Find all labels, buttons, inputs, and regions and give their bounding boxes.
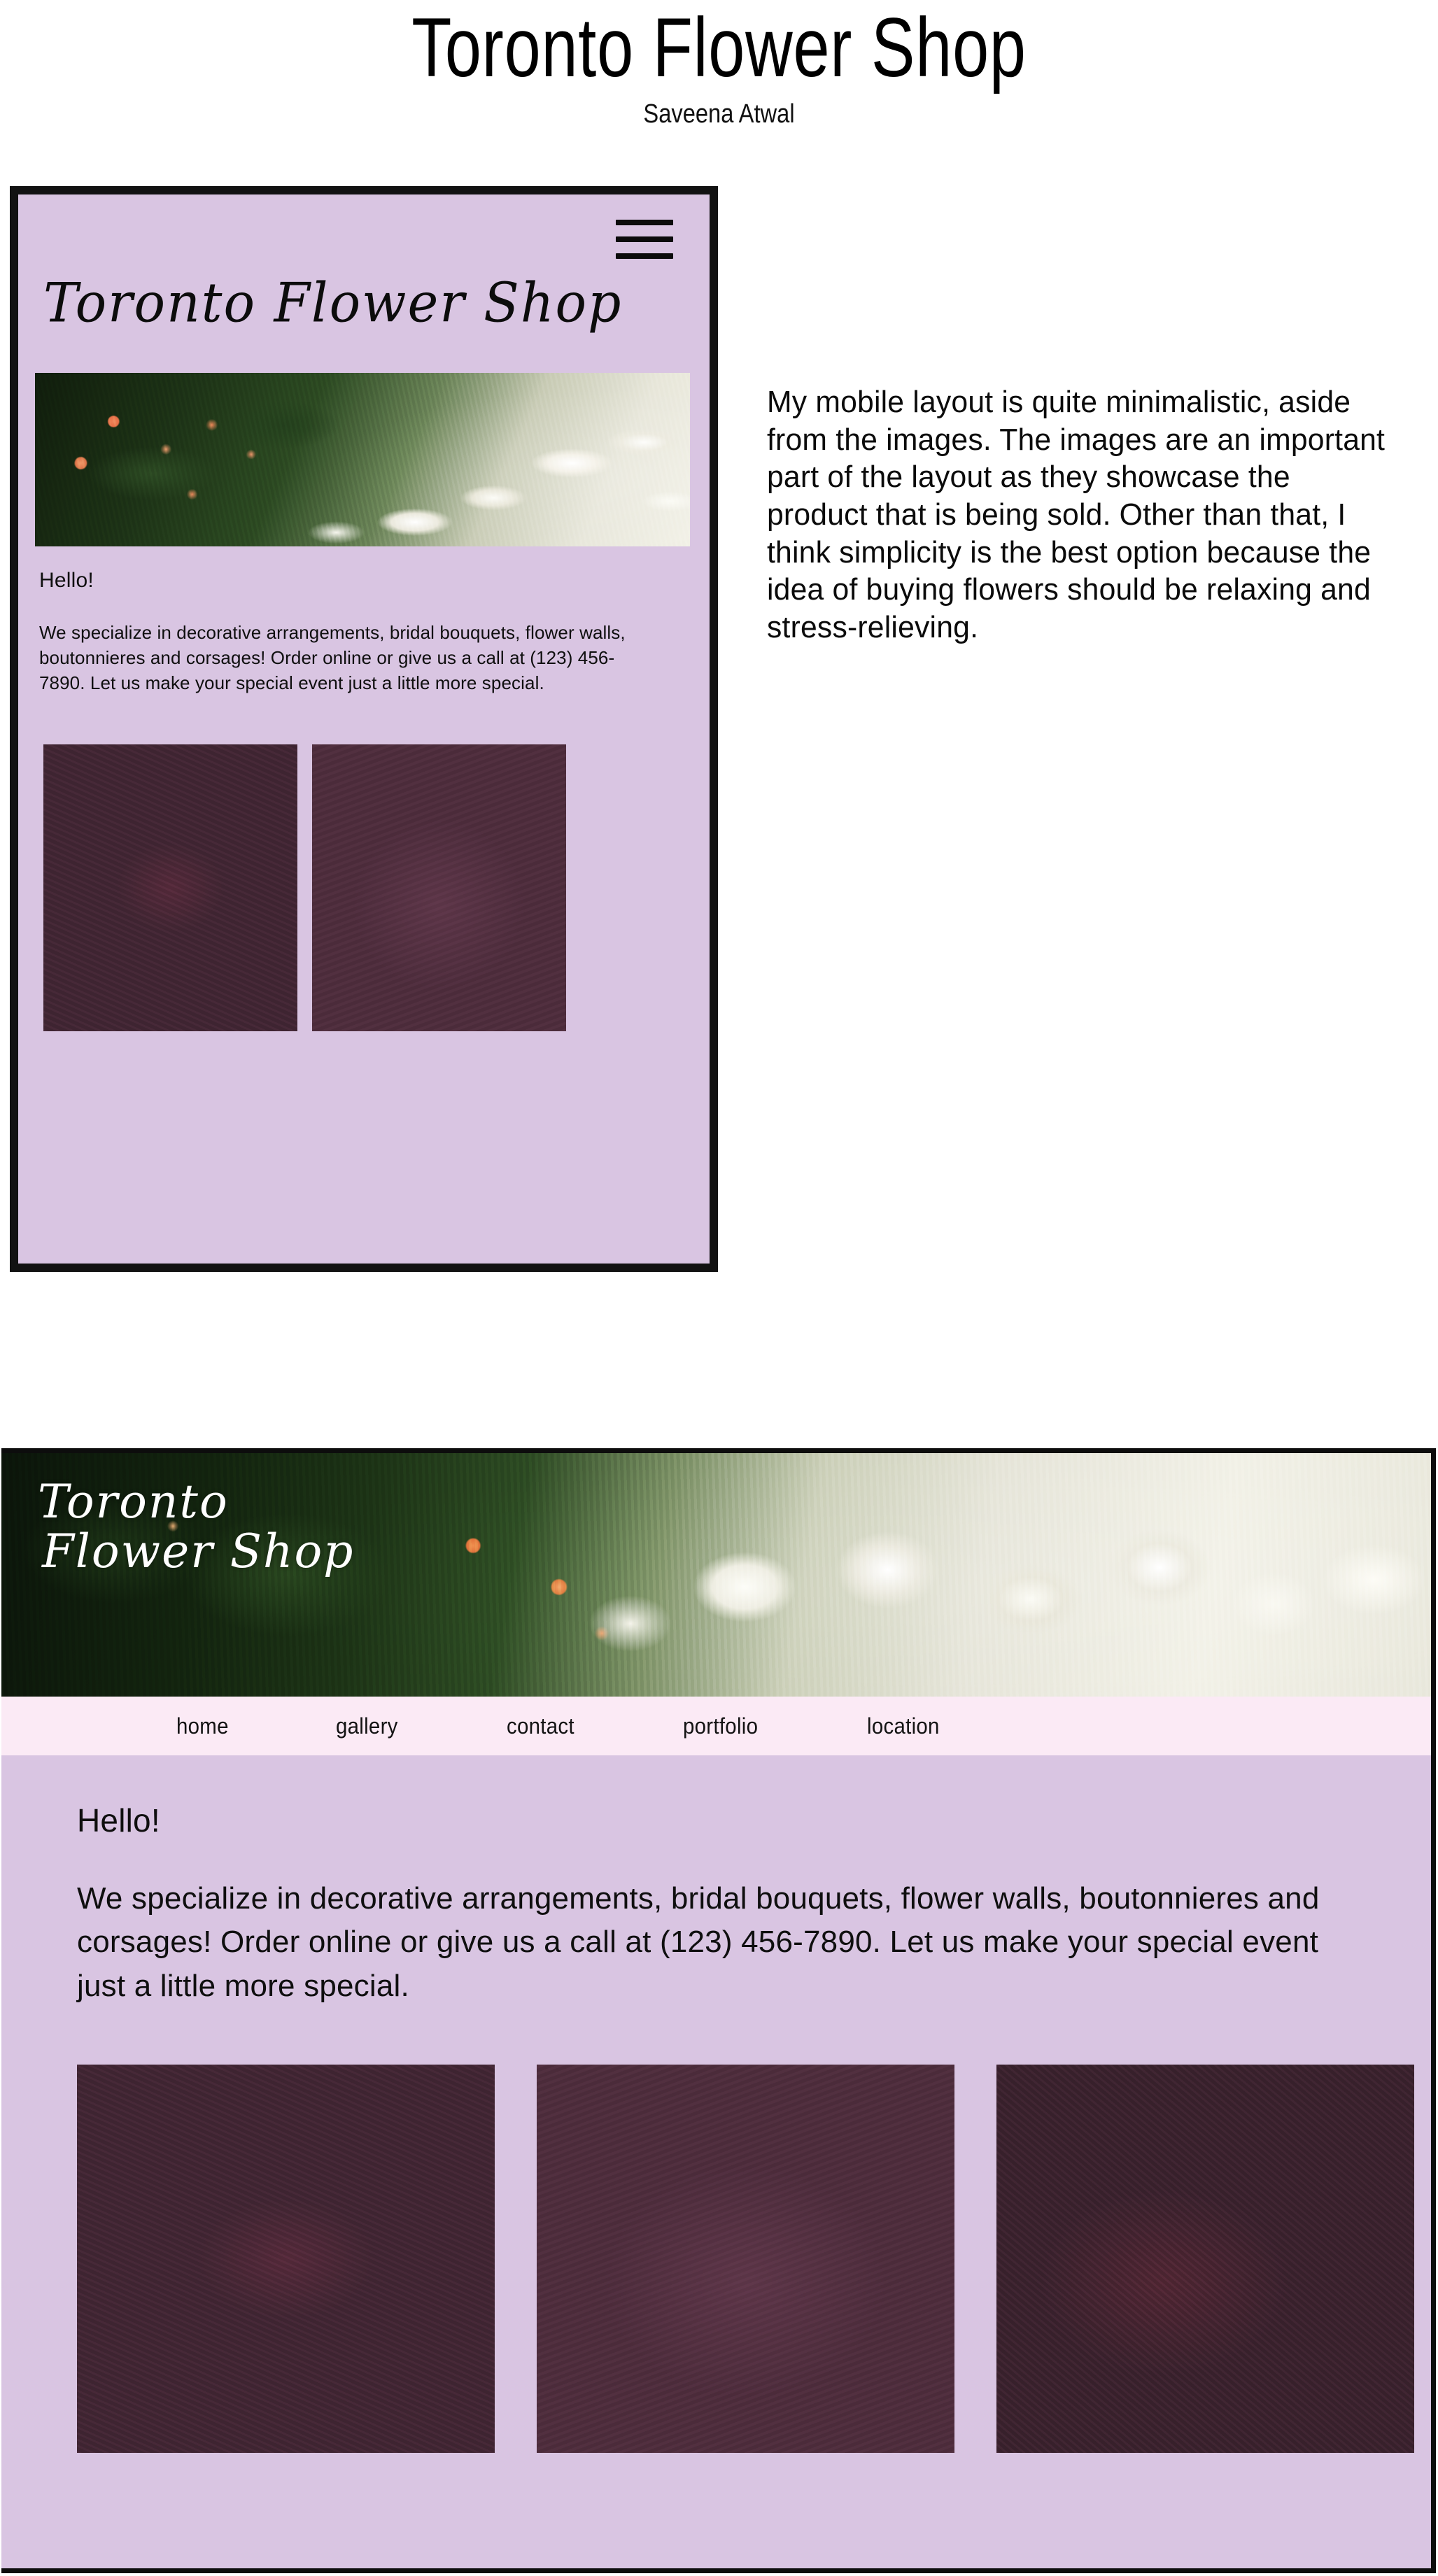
- white-alstroemeria-and-orange-berries-photo: [35, 373, 690, 546]
- mobile-gallery-item-2[interactable]: [312, 744, 566, 1031]
- mobile-site-logo[interactable]: Toronto Flower Shop: [43, 271, 622, 334]
- desktop-site-logo[interactable]: Toronto Flower Shop: [38, 1477, 354, 1577]
- desktop-navigation-bar: home gallery contact portfolio location: [1, 1697, 1431, 1755]
- hamburger-bar-1: [616, 220, 673, 225]
- page-header: Toronto Flower Shop Saveena Atwal: [0, 0, 1438, 129]
- blush-rose-bouquet-photo: [312, 744, 566, 1031]
- hamburger-bar-2: [616, 236, 673, 242]
- mobile-gallery-item-1[interactable]: [43, 744, 297, 1031]
- burgundy-bouquet-photo: [77, 2065, 495, 2453]
- desktop-logo-line-1: Toronto: [38, 1475, 229, 1529]
- mobile-body-text: We specialize in decorative arrangements…: [39, 622, 626, 693]
- hamburger-bar-3: [616, 253, 673, 259]
- desktop-content-area: Hello! We specialize in decorative arran…: [1, 1755, 1431, 2568]
- page-title: Toronto Flower Shop: [411, 1, 1027, 94]
- nav-item-location[interactable]: location: [867, 1713, 940, 1739]
- nav-item-portfolio[interactable]: portfolio: [683, 1713, 758, 1739]
- burgundy-bouquet-photo: [43, 744, 297, 1031]
- nav-item-gallery[interactable]: gallery: [336, 1713, 398, 1739]
- mobile-copy-block: Hello! We specialize in decorative arran…: [39, 569, 672, 696]
- nav-item-contact[interactable]: contact: [507, 1713, 575, 1739]
- mobile-mockup-frame: Toronto Flower Shop Hello! We specialize…: [10, 186, 718, 1272]
- nav-item-home[interactable]: home: [176, 1713, 229, 1739]
- red-rose-bouquet-photo: [996, 2065, 1414, 2453]
- desktop-greeting: Hello!: [77, 1802, 160, 1839]
- desktop-gallery-item-1[interactable]: [77, 2065, 495, 2453]
- mobile-layout-annotation: My mobile layout is quite minimalistic, …: [767, 385, 1386, 645]
- desktop-body-text: We specialize in decorative arrangements…: [77, 1881, 1320, 2003]
- desktop-hero-banner: Toronto Flower Shop: [1, 1453, 1431, 1697]
- page-author: Saveena Atwal: [643, 99, 795, 129]
- mobile-hero-image: [35, 373, 690, 546]
- hamburger-menu-icon[interactable]: [616, 220, 673, 259]
- desktop-gallery-item-3[interactable]: [996, 2065, 1414, 2453]
- mobile-screen: Toronto Flower Shop Hello! We specialize…: [18, 194, 710, 1264]
- desktop-gallery-item-2[interactable]: [537, 2065, 954, 2453]
- desktop-mockup-frame: Toronto Flower Shop home gallery contact…: [1, 1448, 1436, 2573]
- desktop-gallery: [77, 2065, 1414, 2453]
- blush-rose-bouquet-photo: [537, 2065, 954, 2453]
- desktop-logo-line-2: Flower Shop: [42, 1524, 355, 1579]
- mobile-greeting: Hello!: [39, 569, 94, 592]
- mobile-gallery: [43, 744, 566, 1031]
